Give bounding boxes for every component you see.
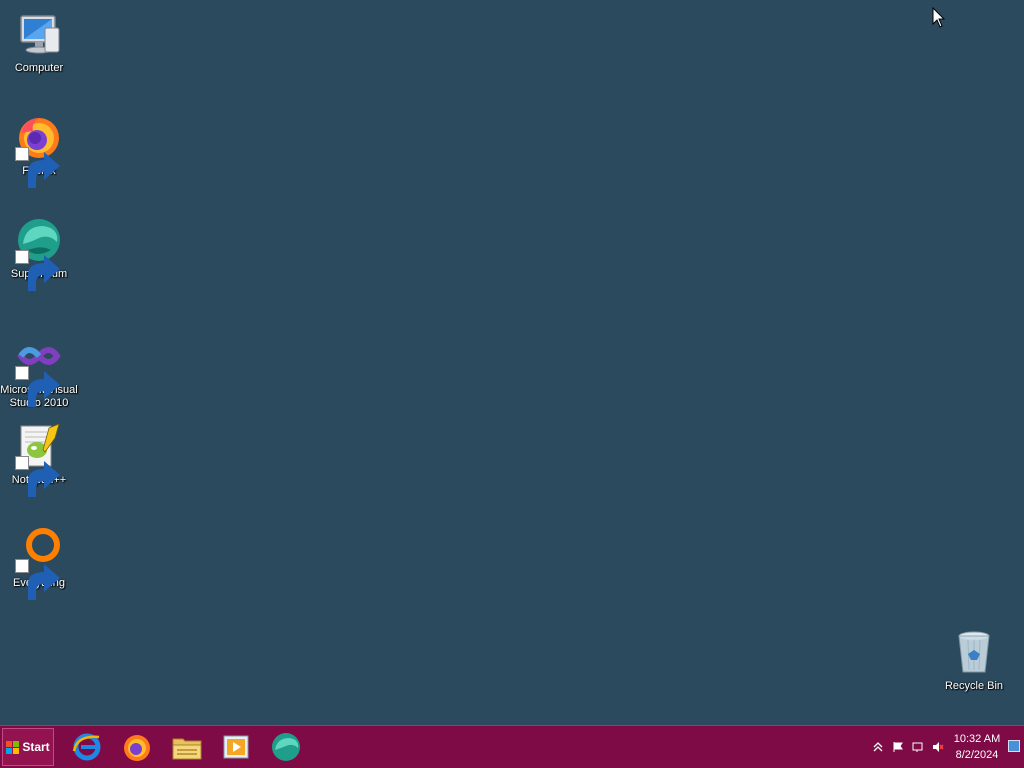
taskbar-file-explorer[interactable] (165, 728, 209, 766)
mouse-cursor-icon (932, 7, 946, 28)
taskbar-firefox[interactable] (115, 728, 159, 766)
volume-icon[interactable] (930, 739, 946, 755)
shortcut-arrow-icon (15, 559, 60, 600)
shortcut-arrow-icon (15, 456, 60, 497)
taskbar-supermium[interactable] (264, 728, 308, 766)
shortcut-arrow-icon (15, 147, 60, 188)
clock-time: 10:32 AM (953, 733, 1001, 745)
desktop-icon-supermium[interactable]: Supermium (0, 208, 78, 291)
taskbar-internet-explorer[interactable] (65, 728, 109, 766)
file-explorer-icon (172, 738, 202, 760)
clock-date: 8/2/2024 (955, 749, 999, 761)
taskbar-media-player[interactable] (214, 728, 258, 766)
taskbar-clock[interactable]: 10:32 AM 8/2/2024 (946, 731, 1008, 763)
media-player-icon (223, 735, 249, 759)
start-button[interactable]: Start (2, 728, 54, 766)
supermium-icon (15, 216, 63, 291)
desktop-icon-label: Computer (14, 62, 64, 74)
system-tray (868, 728, 948, 766)
desktop-icon-label: Recycle Bin (944, 680, 1004, 692)
show-hidden-icons-icon[interactable] (870, 739, 886, 755)
action-center-flag-icon[interactable] (890, 739, 906, 755)
shortcut-arrow-icon (15, 366, 60, 407)
visual-studio-icon (15, 332, 63, 407)
desktop-icon-firefox[interactable]: Firefox (0, 105, 78, 188)
internet-explorer-icon (72, 733, 101, 761)
recycle-bin-icon (950, 628, 998, 676)
desktop[interactable]: Computer Firefox (0, 0, 1024, 725)
computer-icon (15, 10, 63, 58)
everything-icon (15, 525, 63, 600)
taskbar: Start 10:32 AM 8/2/2024 (0, 725, 1024, 768)
shortcut-arrow-icon (15, 250, 60, 291)
desktop-icon-notepadpp[interactable]: Notepad++ (0, 414, 78, 497)
windows-logo-icon (6, 740, 20, 754)
firefox-icon (124, 735, 150, 761)
notepadpp-icon (15, 422, 63, 497)
firefox-icon (15, 113, 63, 188)
supermium-icon (272, 733, 300, 761)
desktop-icon-everything[interactable]: Everything (0, 517, 78, 600)
show-desktop-icon[interactable] (1008, 740, 1020, 752)
desktop-icon-computer[interactable]: Computer (0, 2, 78, 75)
desktop-icon-visual-studio[interactable]: Microsoft Visual Studio 2010 (0, 324, 78, 410)
start-label: Start (22, 740, 50, 754)
network-icon[interactable] (910, 739, 926, 755)
desktop-icon-recycle-bin[interactable]: Recycle Bin (935, 620, 1013, 693)
